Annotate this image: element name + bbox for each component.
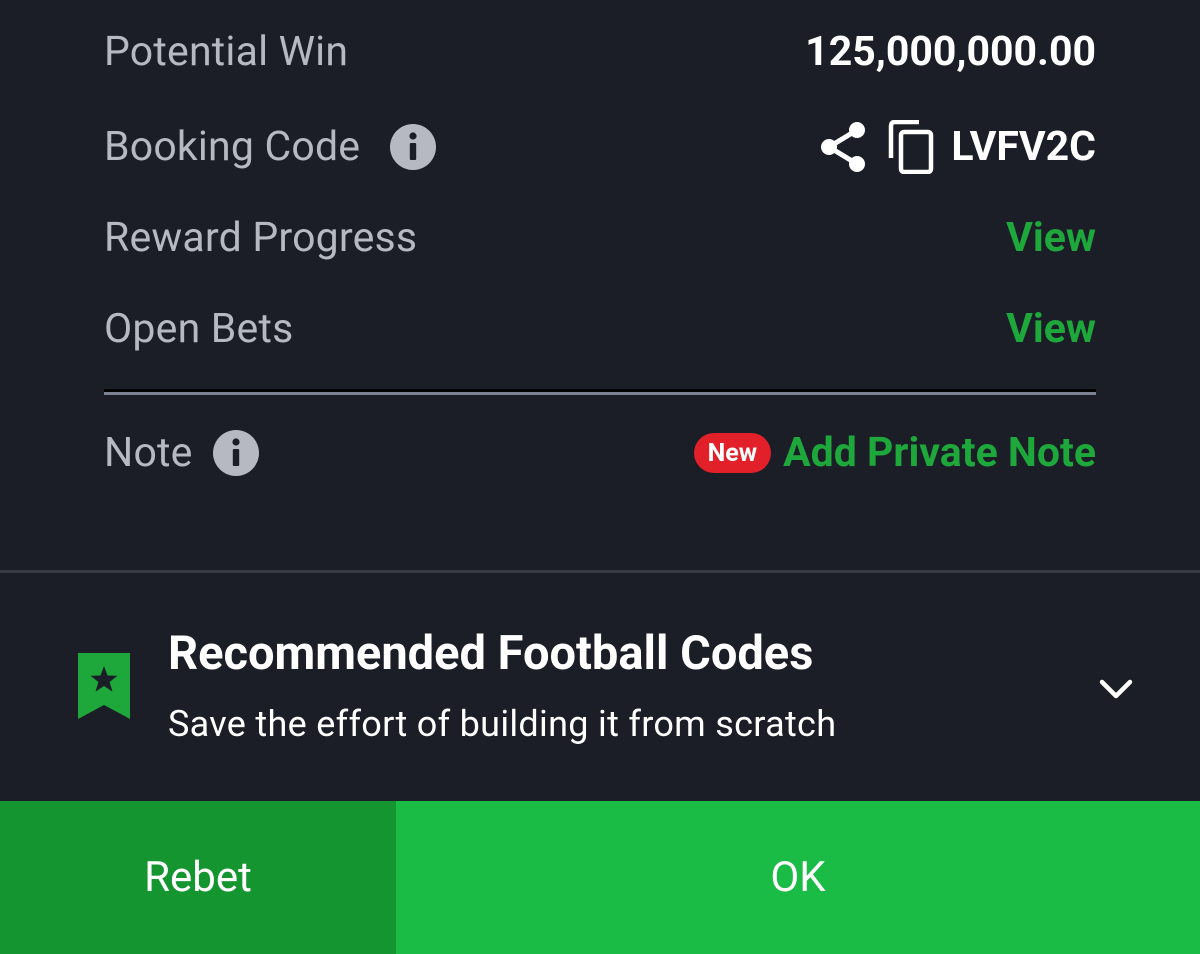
potential-win-value: 125,000,000.00 (805, 28, 1096, 76)
recommended-codes-subtitle: Save the effort of building it from scra… (168, 703, 837, 745)
note-label-group: Note (104, 429, 259, 477)
booking-code-value[interactable]: LVFV2C (951, 123, 1096, 171)
potential-win-row: Potential Win 125,000,000.00 (104, 22, 1096, 82)
open-bets-view-link[interactable]: View (1006, 305, 1096, 353)
potential-win-label: Potential Win (104, 28, 349, 76)
rebet-button[interactable]: Rebet (0, 801, 396, 954)
chevron-down-icon[interactable] (1096, 669, 1136, 709)
bookmark-star-icon (78, 653, 130, 719)
open-bets-label: Open Bets (104, 305, 294, 353)
copy-icon[interactable] (887, 120, 935, 174)
booking-code-actions: LVFV2C (819, 120, 1096, 174)
booking-code-label-group: Booking Code (104, 123, 437, 171)
reward-progress-label: Reward Progress (104, 214, 418, 262)
add-note-group[interactable]: New Add Private Note (693, 429, 1096, 477)
recommended-codes-section[interactable]: Recommended Football Codes Save the effo… (0, 573, 1200, 800)
open-bets-row: Open Bets View (104, 299, 1096, 359)
bet-confirmation-screen: Potential Win 125,000,000.00 Booking Cod… (0, 0, 1200, 954)
booking-code-label: Booking Code (104, 123, 361, 171)
share-icon[interactable] (819, 120, 867, 174)
info-icon[interactable] (390, 124, 437, 170)
divider (104, 389, 1096, 395)
bottom-action-bar: Rebet OK (0, 801, 1200, 954)
note-row: Note New Add Private Note (104, 422, 1096, 484)
reward-progress-view-link[interactable]: View (1006, 214, 1096, 262)
add-private-note-link[interactable]: Add Private Note (783, 429, 1096, 477)
ok-button[interactable]: OK (396, 801, 1200, 954)
info-icon[interactable] (212, 430, 259, 476)
recommended-codes-title: Recommended Football Codes (168, 626, 814, 681)
booking-code-row: Booking Code LVFV2C (104, 114, 1096, 180)
new-badge: New (693, 433, 772, 473)
reward-progress-row: Reward Progress View (104, 208, 1096, 268)
note-label: Note (104, 429, 193, 477)
